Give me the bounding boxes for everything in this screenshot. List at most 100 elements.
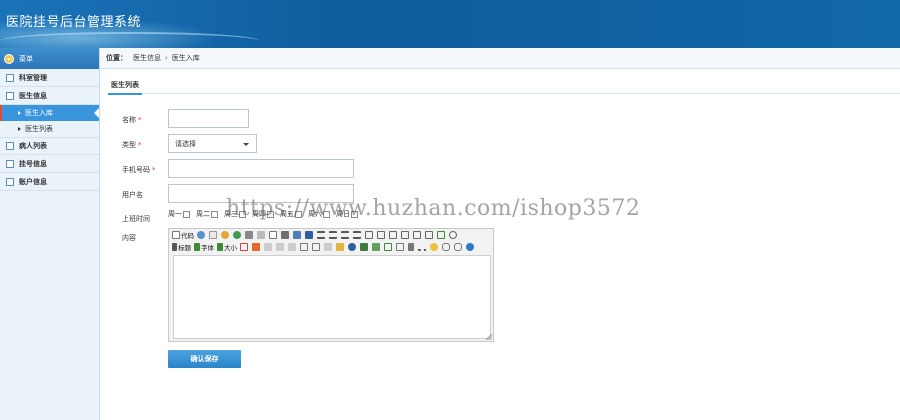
sidebar-item-label: 账户信息 <box>19 177 47 186</box>
file-button[interactable] <box>372 243 381 251</box>
link-icon <box>442 243 450 251</box>
table-button[interactable] <box>384 243 393 251</box>
checkbox[interactable] <box>211 210 218 218</box>
media-button[interactable] <box>360 243 369 251</box>
sidebar-subitem-doctor-add[interactable]: 医生入库 <box>0 105 99 121</box>
magnifier-icon <box>197 231 205 239</box>
type-label: 类型 * <box>122 141 142 149</box>
redo-button[interactable] <box>233 231 242 239</box>
align-left-button[interactable] <box>317 231 326 239</box>
breadcrumb-link[interactable]: 医生信息 <box>133 53 161 63</box>
highlight-button[interactable] <box>252 243 261 251</box>
format-button[interactable] <box>209 231 218 239</box>
menu-label: 菜单 <box>19 54 33 63</box>
sidebar-subitem-doctor-list[interactable]: 医生列表 <box>0 121 99 137</box>
font-icon <box>194 243 200 251</box>
flash-button[interactable] <box>348 243 357 251</box>
breadcrumb-current: 医生入库 <box>171 54 200 62</box>
sidebar-item-label: 病人列表 <box>19 142 47 150</box>
bold-icon <box>264 243 272 251</box>
type-select[interactable]: 请选择 <box>168 134 257 153</box>
strikethrough-button[interactable] <box>300 243 309 251</box>
heading-button[interactable]: 标题 <box>172 242 191 252</box>
font-color-icon <box>240 243 248 251</box>
phone-input[interactable] <box>168 159 354 178</box>
paste-button[interactable] <box>281 231 290 239</box>
save-button[interactable]: 确认保存 <box>168 350 241 368</box>
table-icon <box>384 243 392 251</box>
eraser-icon <box>324 243 332 251</box>
copy-icon <box>269 231 277 239</box>
sidebar-item-patients[interactable]: 病人列表 <box>0 137 99 155</box>
unlink-button[interactable] <box>454 243 463 251</box>
hr-button[interactable] <box>396 243 405 251</box>
copy-button[interactable] <box>269 231 278 239</box>
sidebar-item-doctor-info[interactable]: 医生信息 <box>0 87 99 105</box>
about-button[interactable] <box>466 243 475 251</box>
sidebar-item-department[interactable]: 科室管理 <box>0 69 99 87</box>
sidebar-item-registration[interactable]: 挂号信息 <box>0 155 99 173</box>
print-button[interactable] <box>245 231 254 239</box>
italic-button[interactable] <box>276 243 285 251</box>
undo-button[interactable] <box>221 231 230 239</box>
special-char-button[interactable] <box>408 243 415 251</box>
align-left-icon <box>317 231 325 239</box>
print-icon <box>245 231 253 239</box>
find-button[interactable] <box>197 231 206 239</box>
edit-icon <box>6 73 14 82</box>
superscript-button[interactable] <box>425 231 434 239</box>
cut-button[interactable] <box>257 231 266 239</box>
indent-button[interactable] <box>389 231 398 239</box>
smiley-icon <box>430 243 438 251</box>
outdent-button[interactable] <box>401 231 410 239</box>
justify-button[interactable] <box>353 231 362 239</box>
subscript-button[interactable] <box>413 231 422 239</box>
select-all-button[interactable] <box>312 243 321 251</box>
ordered-list-icon <box>365 231 373 239</box>
list-icon <box>6 91 14 100</box>
align-center-button[interactable] <box>329 231 338 239</box>
format-icon <box>209 231 217 239</box>
day-tuesday[interactable]: 周二 <box>196 209 218 219</box>
emoticon-button[interactable] <box>430 243 439 251</box>
type-select-value: 请选择 <box>175 139 196 148</box>
breadcrumb-prefix: 位置： <box>106 54 127 62</box>
sidebar: 菜单 科室管理 医生信息 医生入库 医生列表 病人列表 挂号信息 账户信息 <box>0 48 100 420</box>
font-family-button[interactable]: 字体 <box>194 242 214 252</box>
chevron-down-icon <box>243 143 249 146</box>
paste-text-button[interactable] <box>293 231 302 239</box>
ordered-list-button[interactable] <box>365 231 374 239</box>
tab-doctor-list[interactable]: 医生列表 <box>108 78 142 95</box>
remove-format-button[interactable] <box>324 243 333 251</box>
font-size-button[interactable]: 大小 <box>217 242 237 252</box>
align-right-button[interactable] <box>341 231 350 239</box>
flash-icon <box>348 243 356 251</box>
editor-content-area[interactable] <box>173 255 491 339</box>
app-header: 医院挂号后台管理系统 <box>0 0 900 48</box>
list-icon <box>6 142 14 150</box>
paste-word-button[interactable] <box>305 231 314 239</box>
highlight-icon <box>252 243 260 251</box>
select-all-icon <box>312 243 320 251</box>
clear-format-button[interactable] <box>437 231 446 239</box>
unordered-list-button[interactable] <box>377 231 386 239</box>
sidebar-item-account[interactable]: 账户信息 <box>0 173 99 191</box>
scissors-icon <box>257 231 265 239</box>
name-input[interactable] <box>168 109 249 128</box>
font-color-button[interactable] <box>240 243 249 251</box>
underline-button[interactable] <box>288 243 297 251</box>
day-monday[interactable]: 周一 <box>168 209 190 219</box>
pagebreak-button[interactable] <box>418 243 427 251</box>
checkbox[interactable] <box>183 210 190 218</box>
bold-button[interactable] <box>264 243 273 251</box>
sidebar-menu-header[interactable]: 菜单 <box>0 48 99 69</box>
refresh-button[interactable] <box>449 231 458 239</box>
image-button[interactable] <box>336 243 345 251</box>
code-button[interactable]: 代码 <box>172 230 194 240</box>
resize-grip-icon[interactable] <box>486 334 492 340</box>
subscript-icon <box>413 231 421 239</box>
undo-icon <box>221 231 229 239</box>
superscript-icon <box>425 231 433 239</box>
link-button[interactable] <box>442 243 451 251</box>
font-size-icon <box>217 243 223 251</box>
